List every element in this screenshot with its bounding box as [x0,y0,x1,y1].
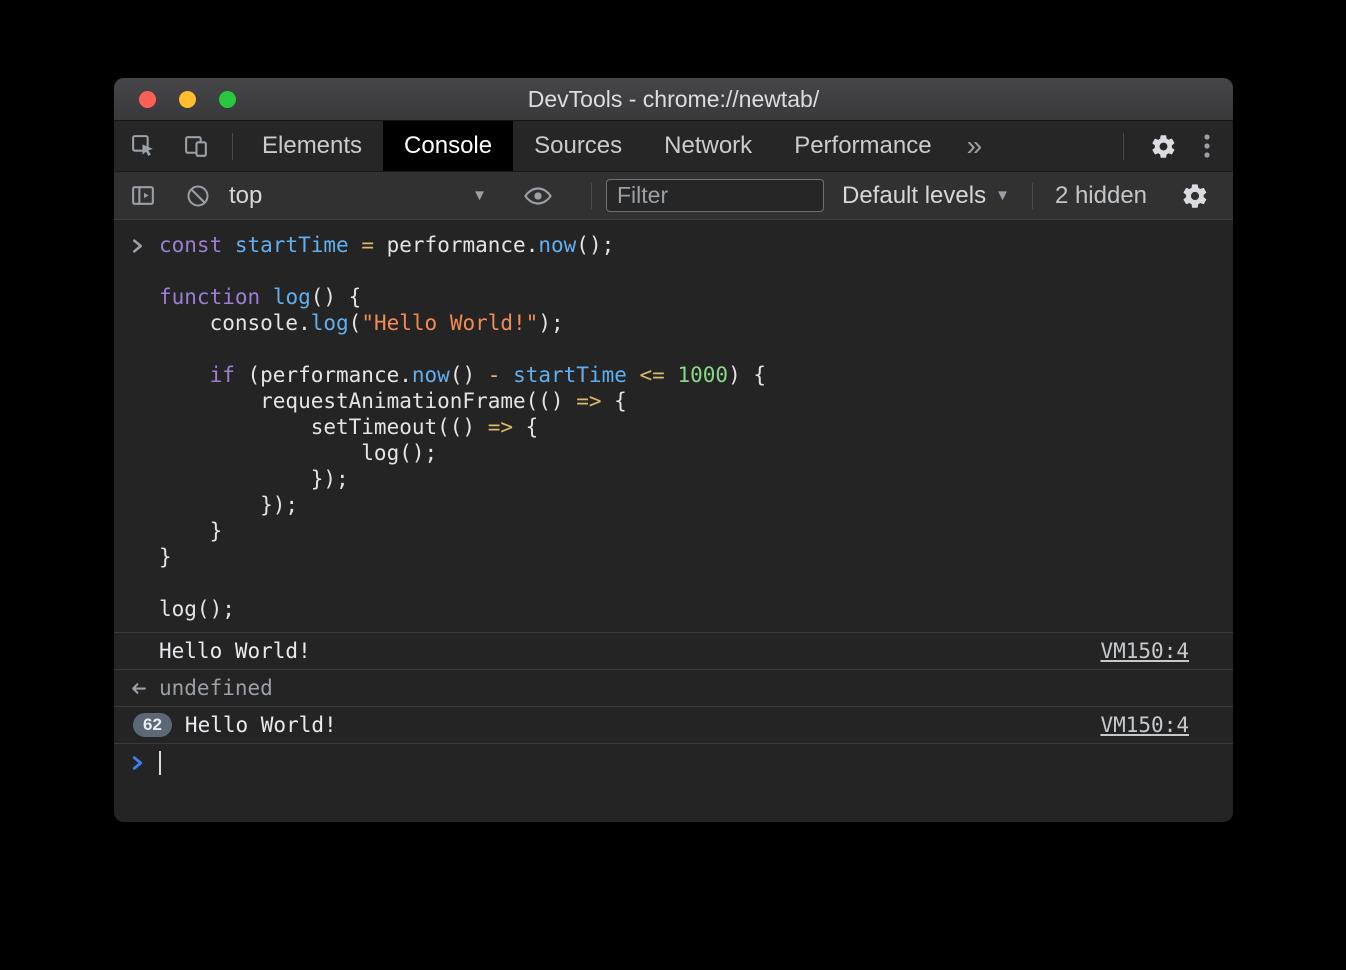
console-log-message: 62 Hello World! VM150:4 [114,706,1233,743]
console-prompt[interactable] [114,743,1233,781]
return-value-arrow-icon [130,681,147,696]
source-link[interactable]: VM150:4 [1100,713,1189,737]
more-tabs-button[interactable]: » [953,121,997,171]
toolbar-divider [591,183,592,209]
filter-input[interactable] [606,179,824,212]
titlebar[interactable]: DevTools - chrome://newtab/ [114,78,1233,121]
panel-tabs: Elements Console Sources Network Perform… [241,121,996,171]
kebab-icon [1203,132,1211,160]
inspect-element-button[interactable] [130,133,157,160]
log-levels-label: Default levels [842,182,986,210]
source-link[interactable]: VM150:4 [1100,639,1189,663]
prompt-chevron-icon [130,755,145,771]
tab-performance[interactable]: Performance [773,121,952,171]
tabbar-right-divider [1123,133,1124,160]
context-label: top [229,182,262,210]
tab-elements[interactable]: Elements [241,121,383,171]
toolbar-divider [1032,183,1033,209]
console-settings-button[interactable] [1181,182,1209,210]
console-messages-pane: const startTime = performance.now();func… [114,220,1233,821]
clear-console-button[interactable] [185,183,211,209]
clear-icon [185,183,211,209]
hidden-messages-count: 2 hidden [1055,182,1147,210]
devtools-window: DevTools - chrome://newtab/ Elements Con… [114,78,1233,822]
minimize-window-button[interactable] [179,91,196,108]
device-toolbar-button[interactable] [183,133,210,160]
chevron-down-icon: ▼ [995,187,1010,204]
text-caret [159,751,161,775]
settings-button[interactable] [1150,133,1177,160]
traffic-lights [139,78,236,120]
tabbar-divider [232,133,233,160]
inspect-icon [130,133,157,160]
create-live-expression-button[interactable] [523,182,553,210]
log-levels-dropdown[interactable]: Default levels ▼ [842,182,1010,210]
close-window-button[interactable] [139,91,156,108]
command-code: const startTime = performance.now();func… [159,232,766,622]
window-title: DevTools - chrome://newtab/ [114,86,1233,113]
executed-command: const startTime = performance.now();func… [114,220,1233,632]
console-result-message: undefined [114,669,1233,706]
command-chevron-icon [130,238,145,254]
tab-sources[interactable]: Sources [513,121,643,171]
sidebar-panel-icon [130,182,157,209]
log-text: Hello World! [159,639,311,663]
console-log-message: Hello World! VM150:4 [114,632,1233,669]
result-text: undefined [159,676,273,700]
gear-icon [1181,182,1209,210]
eye-icon [523,182,553,210]
repeat-count-badge: 62 [133,713,172,737]
console-toolbar: top ▼ Default levels ▼ 2 hidden [114,172,1233,220]
log-text: Hello World! [185,713,337,737]
javascript-context-selector[interactable]: top ▼ [225,182,497,210]
console-sidebar-toggle-button[interactable] [130,182,157,209]
device-toolbar-icon [183,133,210,160]
tab-network[interactable]: Network [643,121,773,171]
chevron-down-icon: ▼ [472,187,487,204]
devtools-tabbar: Elements Console Sources Network Perform… [114,121,1233,172]
zoom-window-button[interactable] [219,91,236,108]
tab-console[interactable]: Console [383,121,513,171]
menu-button[interactable] [1203,132,1211,160]
gear-icon [1150,133,1177,160]
